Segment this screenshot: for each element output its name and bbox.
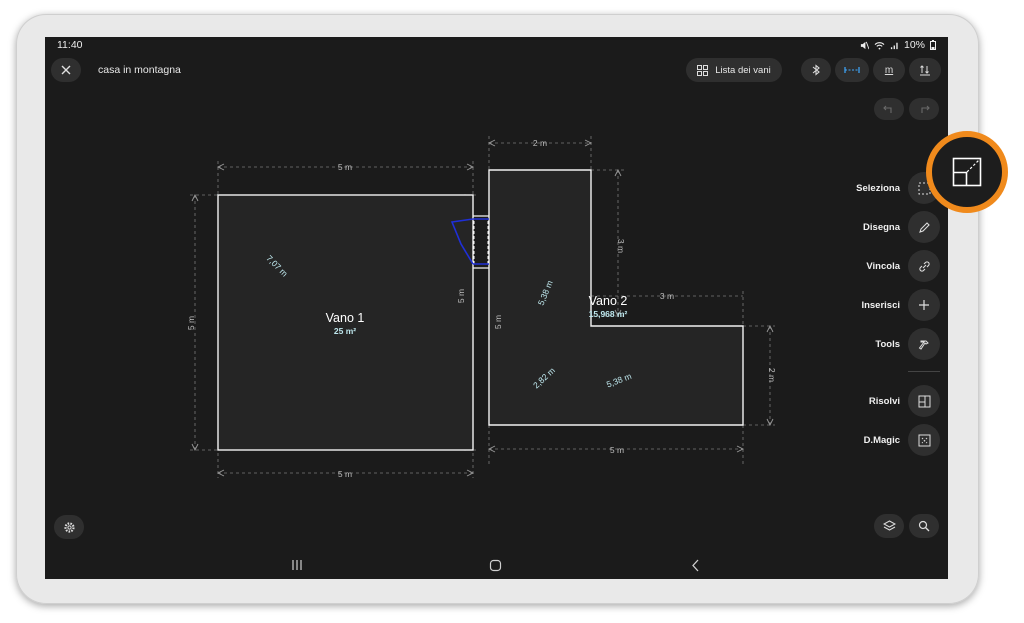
tool-tools[interactable]: Tools — [875, 328, 940, 360]
dim-v2-bottom: 5 m — [610, 445, 624, 455]
tool-insert-label: Inserisci — [861, 299, 900, 311]
dim-v2-arm-top: 3 m — [660, 291, 674, 301]
tool-divider — [908, 371, 940, 372]
highlighted-floorplan-button[interactable] — [926, 131, 1008, 213]
room-2-name: Vano 2 — [589, 294, 628, 308]
home-icon[interactable] — [489, 559, 502, 572]
battery-icon — [930, 40, 936, 50]
layers-icon — [882, 519, 896, 531]
magic-icon — [908, 424, 940, 456]
dim-v1-left: 5 m — [186, 316, 196, 330]
redo-icon — [921, 105, 930, 113]
tool-solve-label: Risolvi — [868, 395, 900, 407]
solve-icon — [908, 385, 940, 417]
tool-dmagic[interactable]: D.Magic — [864, 424, 940, 456]
room-1-area: 25 m² — [334, 326, 356, 336]
gear-icon — [63, 521, 75, 533]
grid-icon — [697, 64, 709, 76]
status-icons: 10% — [860, 39, 936, 51]
rooms-list-label: Lista dei vani — [715, 64, 771, 76]
signal-icon — [890, 42, 898, 49]
tool-insert[interactable]: Inserisci — [861, 289, 940, 321]
dim-v1-bottom: 5 m — [338, 469, 352, 479]
zoom-search-button[interactable] — [909, 514, 939, 538]
search-icon — [918, 520, 930, 532]
undo-icon — [883, 105, 892, 113]
hammer-icon — [908, 328, 940, 360]
unit-label: m — [884, 64, 894, 76]
measure-mode-button[interactable] — [835, 58, 869, 82]
app-screen: 11:40 10% casa in montagna Lista dei van… — [45, 37, 948, 579]
link-icon — [908, 250, 940, 282]
close-icon — [61, 65, 71, 75]
dim-v2-stem-right: 3 m — [616, 239, 626, 253]
android-nav-bar — [45, 553, 948, 579]
room-1-name: Vano 1 — [326, 311, 365, 325]
tool-select-label: Seleziona — [856, 182, 900, 194]
room-layout-icon — [952, 157, 982, 187]
recent-apps-icon[interactable] — [291, 559, 303, 571]
layers-button[interactable] — [874, 514, 904, 538]
measure-icon — [844, 67, 860, 73]
tool-tools-label: Tools — [875, 338, 900, 350]
floor-plan-canvas[interactable]: 5 m 5 m 5 m 5 m 2 m 3 m 3 m 2 m 5 m 5 m … — [45, 86, 948, 536]
bluetooth-icon — [812, 64, 820, 76]
mute-icon — [860, 41, 869, 49]
dim-v2-top: 2 m — [533, 138, 547, 148]
bluetooth-button[interactable] — [801, 58, 831, 82]
settings-button[interactable] — [54, 515, 84, 539]
tool-draw-label: Disegna — [863, 221, 900, 233]
project-title: casa in montagna — [98, 64, 181, 76]
pencil-icon — [908, 211, 940, 243]
dim-v2-right: 2 m — [767, 368, 777, 382]
redo-button[interactable] — [909, 98, 939, 120]
tool-solve[interactable]: Risolvi — [869, 385, 940, 417]
dim-v1-right: 5 m — [456, 289, 466, 303]
back-icon[interactable] — [691, 559, 701, 572]
sort-icon — [920, 65, 930, 76]
dim-v1-top: 5 m — [338, 162, 352, 172]
undo-button[interactable] — [874, 98, 904, 120]
tool-draw[interactable]: Disegna — [863, 211, 940, 243]
top-bar: casa in montagna Lista dei vani m — [45, 54, 948, 86]
status-time: 11:40 — [57, 39, 83, 51]
unit-button[interactable]: m — [873, 58, 905, 82]
dim-v2-left: 5 m — [493, 315, 503, 329]
tool-dmagic-label: D.Magic — [863, 434, 900, 446]
tool-constrain-label: Vincola — [866, 260, 900, 272]
close-button[interactable] — [51, 58, 81, 82]
wifi-icon — [874, 41, 885, 50]
sort-button[interactable] — [909, 58, 941, 82]
status-bar: 11:40 10% — [45, 37, 948, 53]
battery-level: 10% — [903, 39, 925, 51]
plus-icon — [908, 289, 940, 321]
rooms-list-button[interactable]: Lista dei vani — [686, 58, 782, 82]
room-2-area: 15,968 m² — [589, 309, 628, 319]
tool-constrain[interactable]: Vincola — [866, 250, 940, 282]
